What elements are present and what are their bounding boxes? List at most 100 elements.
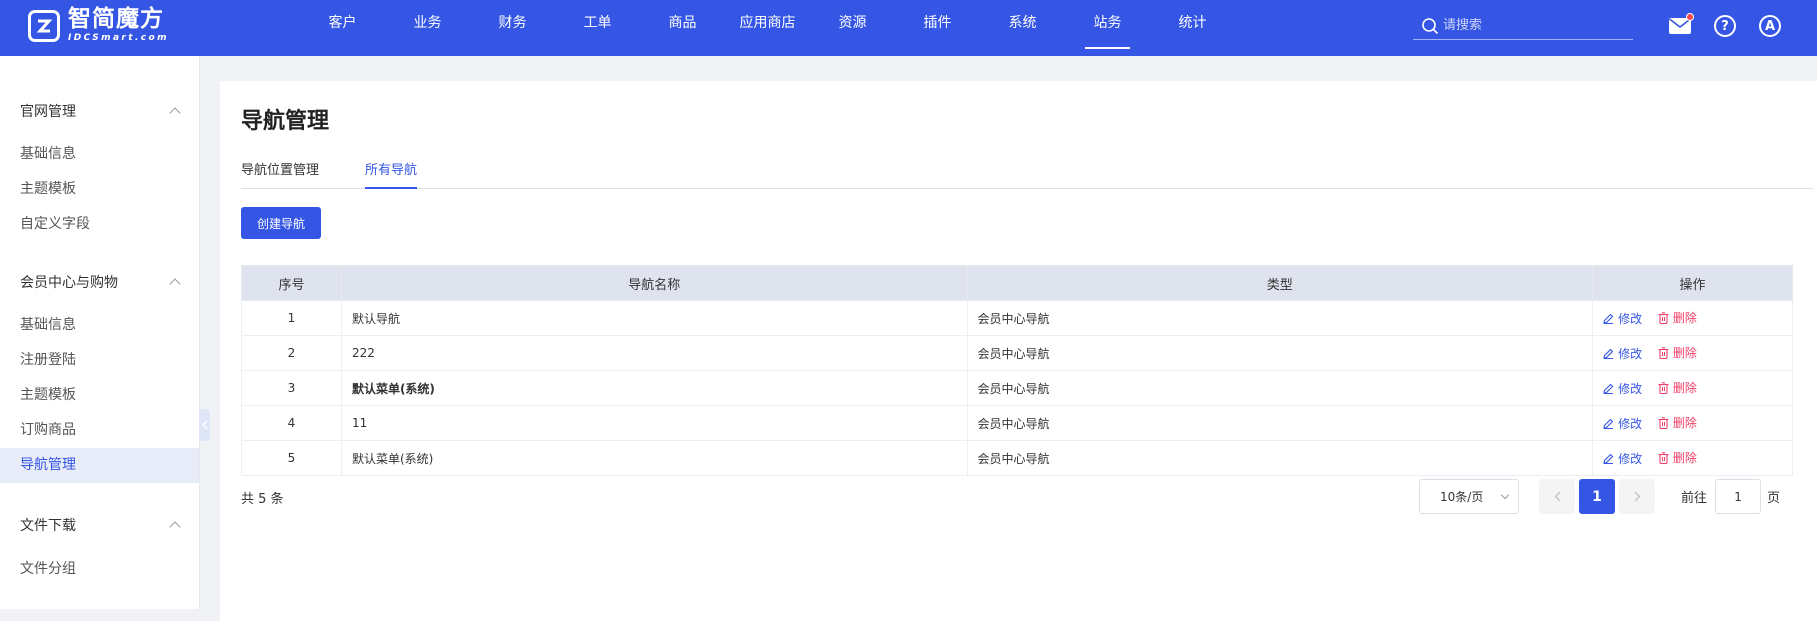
nav-product[interactable]: 商品: [640, 0, 725, 56]
sidebar-item-register-login[interactable]: 注册登陆: [0, 343, 199, 378]
sidebar-group-file-download[interactable]: 文件下载: [0, 505, 199, 545]
sidebar-item-navigation-management[interactable]: 导航管理: [0, 448, 199, 483]
total-count: 共 5 条: [241, 492, 284, 507]
sidebar-collapse-handle[interactable]: [199, 409, 210, 441]
tab-bar: 导航位置管理 所有导航: [241, 159, 1813, 189]
main-nav: 客户 业务 财务 工单 商品 应用商店 资源 插件 系统 站务 统计: [300, 0, 1235, 56]
help-icon[interactable]: ?: [1713, 14, 1737, 38]
nav-ticket[interactable]: 工单: [555, 0, 640, 56]
sidebar-group-label: 官网管理: [20, 104, 76, 120]
avatar[interactable]: A: [1758, 14, 1782, 38]
sidebar-item-member-basic-info[interactable]: 基础信息: [0, 308, 199, 343]
brand-domain: IDCSmart.com: [68, 33, 169, 43]
nav-site[interactable]: 站务: [1065, 0, 1150, 56]
edit-label: 修改: [1618, 346, 1643, 361]
goto-label: 前往: [1681, 491, 1708, 506]
nav-plugin[interactable]: 插件: [895, 0, 980, 56]
delete-label: 删除: [1672, 381, 1697, 396]
goto-page-input[interactable]: [1715, 479, 1762, 514]
prev-page-button[interactable]: [1539, 479, 1575, 514]
sidebar-item-order-products[interactable]: 订购商品: [0, 413, 199, 448]
trash-icon: [1658, 347, 1669, 359]
sidebar-group-label: 文件下载: [20, 518, 76, 534]
edit-button[interactable]: 修改: [1603, 415, 1642, 432]
sidebar-group-member-center[interactable]: 会员中心与购物: [0, 262, 199, 302]
search-input[interactable]: [1443, 18, 1623, 33]
delete-button[interactable]: 删除: [1658, 309, 1697, 326]
sidebar-group-website[interactable]: 官网管理: [0, 91, 199, 131]
edit-icon: [1603, 418, 1614, 429]
row-name: 11: [340, 405, 968, 441]
brand-name: 智简魔方: [68, 6, 164, 32]
sidebar: 官网管理 基础信息 主题模板 自定义字段 会员中心与购物 基础信息 注册登陆 主…: [0, 56, 200, 609]
trash-icon: [1658, 312, 1669, 324]
nav-finance[interactable]: 财务: [470, 0, 555, 56]
logo-mark-icon: [28, 9, 60, 42]
delete-button[interactable]: 删除: [1658, 379, 1697, 396]
row-name-link[interactable]: 默认菜单(系统): [340, 370, 968, 406]
edit-button[interactable]: 修改: [1603, 450, 1642, 467]
row-name: 默认菜单(系统): [340, 440, 968, 476]
chevron-left-icon: [1554, 491, 1560, 502]
page-size-select[interactable]: 10条/页: [1419, 479, 1519, 514]
edit-button[interactable]: 修改: [1603, 380, 1642, 397]
row-actions: 修改 删除: [1592, 370, 1793, 406]
row-actions: 修改 删除: [1592, 440, 1793, 476]
delete-label: 删除: [1672, 416, 1697, 431]
delete-button[interactable]: 删除: [1658, 449, 1697, 466]
edit-label: 修改: [1618, 451, 1643, 466]
column-header-type: 类型: [966, 265, 1594, 301]
mail-icon[interactable]: [1668, 13, 1694, 38]
sidebar-item-custom-fields[interactable]: 自定义字段: [0, 207, 199, 242]
row-name: 默认导航: [340, 300, 968, 336]
notification-dot: [1686, 13, 1694, 21]
sidebar-item-member-theme[interactable]: 主题模板: [0, 378, 199, 413]
delete-button[interactable]: 删除: [1658, 414, 1697, 431]
table-row: 3 默认菜单(系统) 会员中心导航 修改 删除: [241, 370, 1793, 406]
create-navigation-button[interactable]: 创建导航: [241, 207, 321, 239]
tab-navigation-position[interactable]: 导航位置管理: [241, 159, 319, 189]
search-icon[interactable]: [1421, 17, 1439, 35]
page-size-value: 10条/页: [1440, 490, 1484, 504]
sidebar-item-website-theme[interactable]: 主题模板: [0, 172, 199, 207]
chevron-down-icon: [1500, 490, 1510, 500]
row-index: 5: [241, 440, 342, 476]
nav-statistics[interactable]: 统计: [1150, 0, 1235, 56]
edit-button[interactable]: 修改: [1603, 345, 1642, 362]
table-row: 2 222 会员中心导航 修改 删除: [241, 335, 1793, 371]
next-page-button[interactable]: [1619, 479, 1655, 514]
trash-icon: [1658, 452, 1669, 464]
nav-customer[interactable]: 客户: [300, 0, 385, 56]
row-type: 会员中心导航: [966, 370, 1594, 406]
column-header-actions: 操作: [1592, 265, 1793, 301]
nav-system[interactable]: 系统: [980, 0, 1065, 56]
trash-icon: [1658, 382, 1669, 394]
row-name: 222: [340, 335, 968, 371]
sidebar-group-label: 会员中心与购物: [20, 275, 118, 291]
table-row: 4 11 会员中心导航 修改 删除: [241, 405, 1793, 441]
chevron-up-icon: [169, 521, 181, 533]
delete-button[interactable]: 删除: [1658, 344, 1697, 361]
brand-logo[interactable]: 智简魔方 IDCSmart.com: [28, 8, 169, 43]
main-content: 导航管理 导航位置管理 所有导航 创建导航 序号 导航名称 类型 操作 1 默认…: [220, 81, 1817, 621]
sidebar-item-website-basic-info[interactable]: 基础信息: [0, 137, 199, 172]
chevron-right-icon: [1634, 491, 1640, 502]
page-button-current[interactable]: 1: [1579, 479, 1615, 514]
table-header-row: 序号 导航名称 类型 操作: [241, 265, 1793, 301]
edit-label: 修改: [1618, 416, 1643, 431]
sidebar-item-file-groups[interactable]: 文件分组: [0, 552, 199, 587]
chevron-up-icon: [169, 278, 181, 290]
delete-label: 删除: [1672, 451, 1697, 466]
nav-resource[interactable]: 资源: [810, 0, 895, 56]
nav-app-store[interactable]: 应用商店: [725, 0, 810, 56]
row-index: 4: [241, 405, 342, 441]
search-box: [1413, 12, 1633, 40]
nav-business[interactable]: 业务: [385, 0, 470, 56]
chevron-up-icon: [169, 107, 181, 119]
tab-all-navigation[interactable]: 所有导航: [365, 159, 418, 189]
table-row: 1 默认导航 会员中心导航 修改 删除: [241, 300, 1793, 336]
row-type: 会员中心导航: [966, 300, 1594, 336]
row-index: 3: [241, 370, 342, 406]
delete-label: 删除: [1672, 311, 1697, 326]
edit-button[interactable]: 修改: [1603, 310, 1642, 327]
